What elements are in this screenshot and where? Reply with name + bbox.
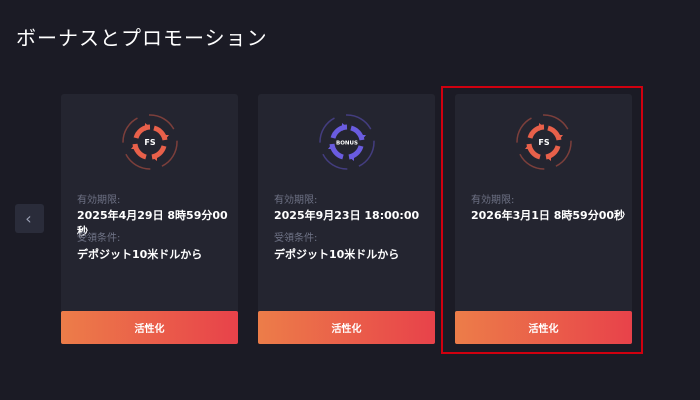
expiry-label: 有効期限: [77,195,121,206]
card-badge: FS [538,138,549,147]
expiry-value: 2025年9月23日 18:00:00 [274,209,420,222]
page-title: ボーナスとプロモーション [16,26,268,50]
bonus-card: FS 有効期限: 2025年4月29日 8時59分00秒 受領条件: デポジット… [61,94,238,344]
condition-label: 受領条件: [77,233,121,244]
bonus-card: BONUS 有効期限: 2025年9月23日 18:00:00 受領条件: デポ… [258,94,435,344]
chevron-left-icon: ‹ [25,209,32,228]
condition-value: デポジット10米ドルから [274,248,400,261]
condition-label: 受領条件: [274,233,318,244]
activate-button[interactable]: 活性化 [258,311,435,344]
bonus-card: FS 有効期限: 2026年3月1日 8時59分00秒 活性化 [455,94,632,344]
activate-button[interactable]: 活性化 [455,311,632,344]
card-badge: BONUS [336,141,358,147]
free-spins-icon: FS [514,112,574,172]
bonus-icon: BONUS [317,112,377,172]
activate-button[interactable]: 活性化 [61,311,238,344]
carousel-prev-button[interactable]: ‹ [15,204,44,233]
expiry-label: 有効期限: [274,195,318,206]
free-spins-icon: FS [120,112,180,172]
expiry-value: 2026年3月1日 8時59分00秒 [471,209,626,222]
condition-value: デポジット10米ドルから [77,248,203,261]
card-badge: FS [144,138,155,147]
expiry-label: 有効期限: [471,195,515,206]
